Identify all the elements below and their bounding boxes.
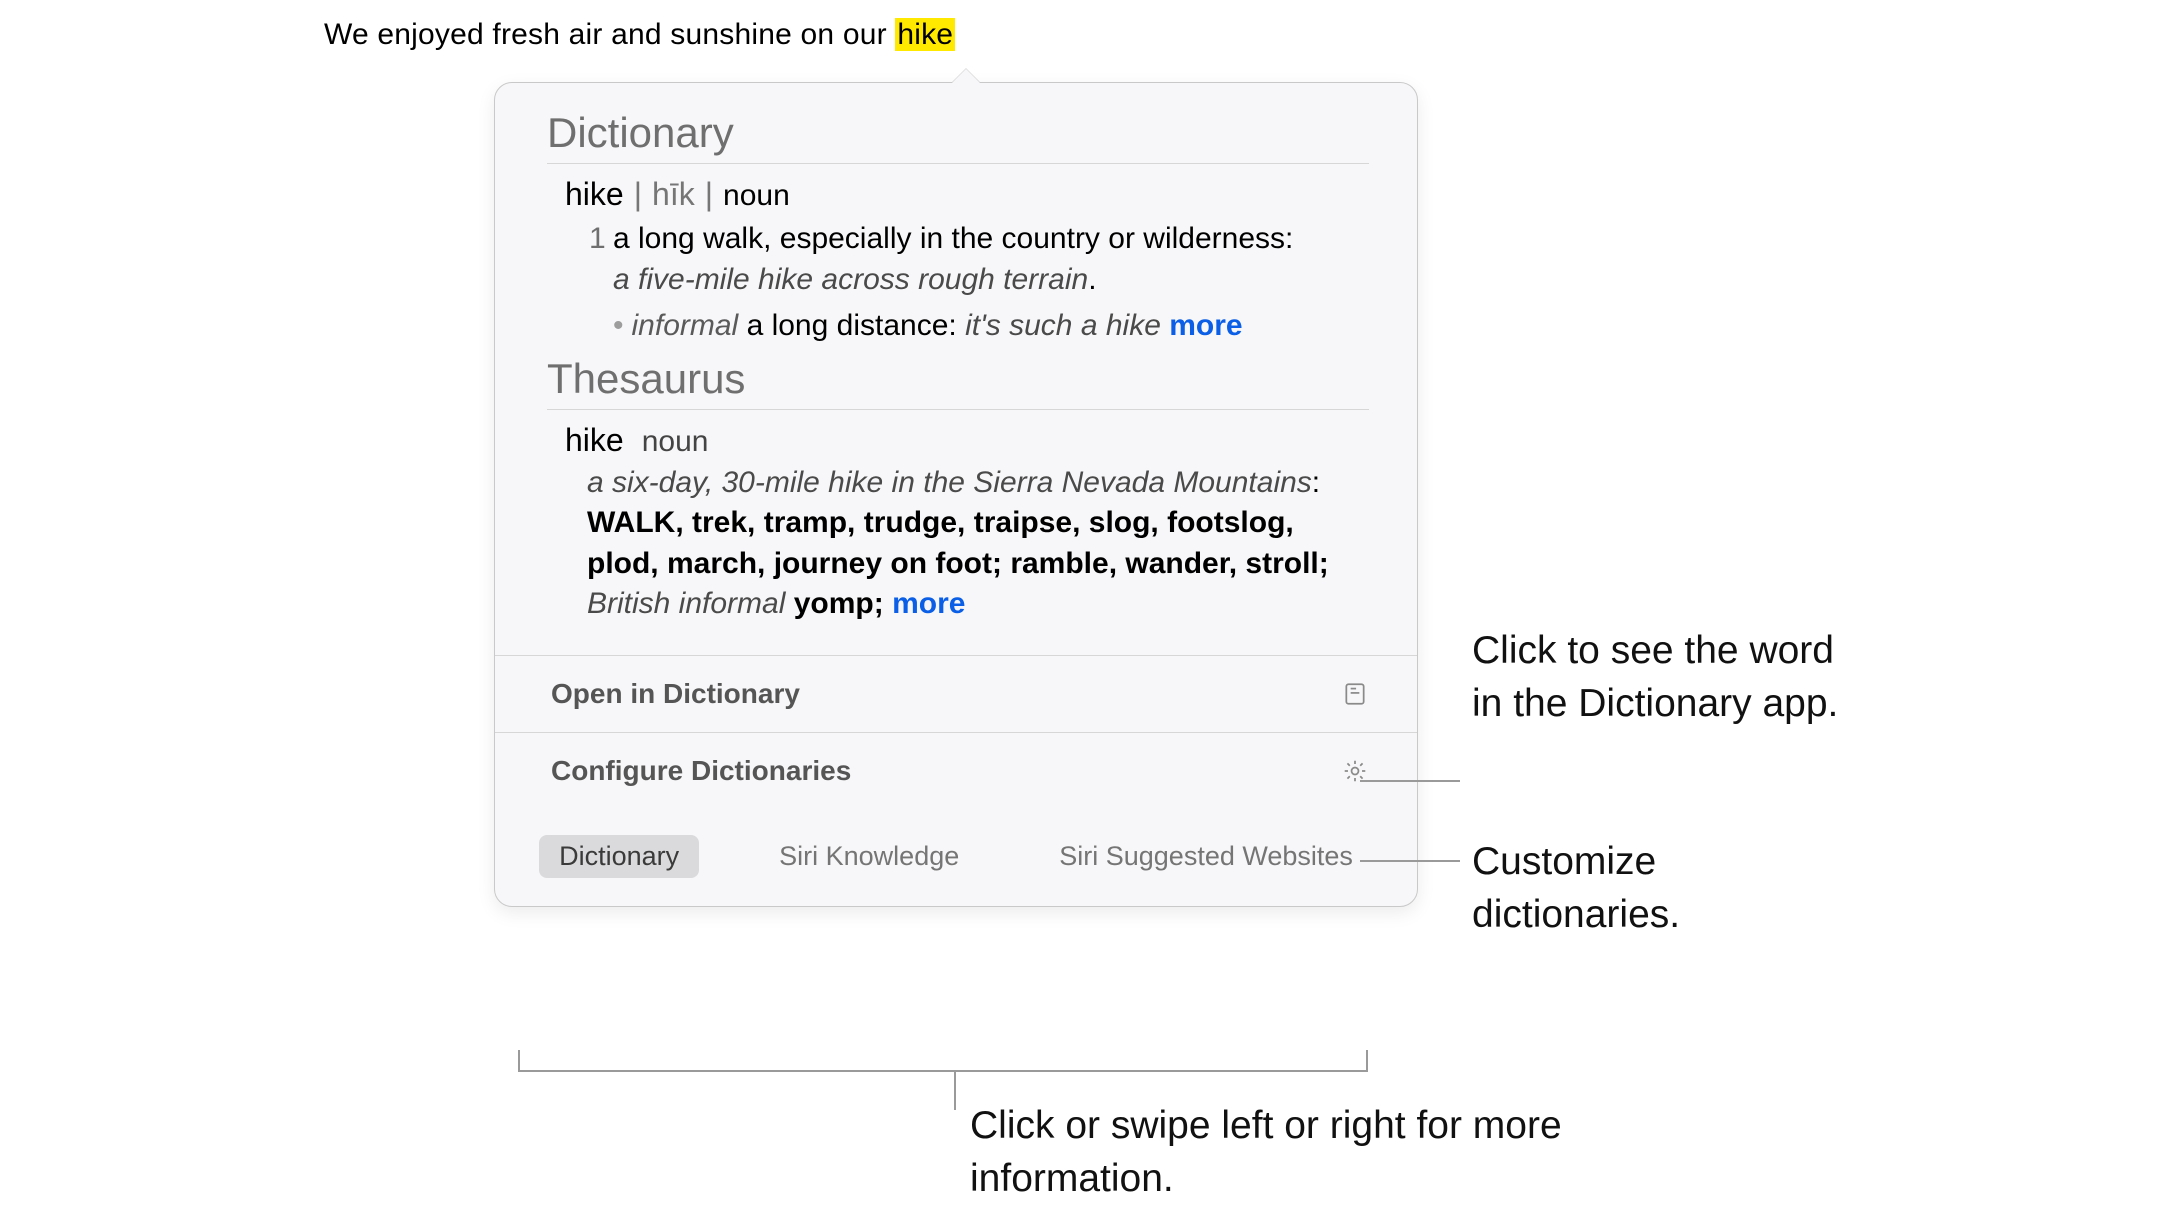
sense-number: 1 <box>589 219 613 260</box>
thesaurus-section: Thesaurus hike noun a six-day, 30-mile h… <box>495 355 1417 633</box>
callout-bracket-stem <box>954 1072 956 1110</box>
pronunciation: hīk <box>652 176 695 213</box>
tab-dictionary[interactable]: Dictionary <box>539 835 699 878</box>
dictionary-section: Dictionary hike | hīk | noun 1a long wal… <box>495 109 1417 355</box>
source-sentence: We enjoyed fresh air and sunshine on our… <box>324 18 955 52</box>
synonyms-list: , trek, tramp, trudge, traipse, slog, fo… <box>587 506 1329 580</box>
callout-line <box>1360 860 1460 862</box>
usage-label-informal: informal <box>632 309 739 342</box>
definition-example: a five-mile hike across rough terrain <box>613 263 1088 296</box>
lookup-tab-bar: Dictionary Siri Knowledge Siri Suggested… <box>495 809 1417 906</box>
callout-open-dictionary: Click to see the word in the Dictionary … <box>1472 625 1872 730</box>
configure-dictionaries-row[interactable]: Configure Dictionaries <box>495 732 1417 809</box>
thesaurus-body: a six-day, 30-mile hike in the Sierra Ne… <box>547 463 1369 625</box>
thesaurus-word: hike <box>565 422 624 459</box>
thesaurus-entry-header: hike noun <box>547 422 1369 459</box>
regional-label: British informal <box>587 587 785 620</box>
dictionary-definition-body: 1a long walk, especially in the country … <box>547 219 1369 347</box>
sentence-prefix: We enjoyed fresh air and sunshine on our <box>324 18 895 51</box>
open-in-dictionary-label: Open in Dictionary <box>551 678 800 710</box>
tab-siri-knowledge[interactable]: Siri Knowledge <box>759 835 979 878</box>
separator-pipe: | <box>705 176 713 213</box>
sub-example: it's such a hike <box>965 309 1161 342</box>
dictionary-app-icon <box>1341 680 1369 708</box>
callout-bracket <box>518 1050 1368 1072</box>
lookup-popover: Dictionary hike | hīk | noun 1a long wal… <box>494 82 1418 907</box>
thesaurus-more-link[interactable]: more <box>892 587 965 620</box>
separator-pipe: | <box>634 176 642 213</box>
sub-definition: a long distance: <box>747 309 957 342</box>
example-terminator: . <box>1088 263 1096 296</box>
dictionary-word: hike <box>565 176 624 213</box>
part-of-speech: noun <box>723 179 790 213</box>
dictionary-heading: Dictionary <box>547 109 1369 164</box>
highlighted-word[interactable]: hike <box>895 18 955 51</box>
bullet-icon: • <box>613 309 632 342</box>
open-in-dictionary-row[interactable]: Open in Dictionary <box>495 655 1417 732</box>
callout-tabs: Click or swipe left or right for more in… <box>970 1100 1590 1205</box>
thesaurus-colon: : <box>1312 466 1320 499</box>
regional-synonym: yomp; <box>785 587 892 620</box>
thesaurus-example: a six-day, 30-mile hike in the Sierra Ne… <box>587 466 1312 499</box>
definition-text: a long walk, especially in the country o… <box>613 222 1293 255</box>
callout-configure: Customize dictionaries. <box>1472 836 1832 941</box>
dictionary-more-link[interactable]: more <box>1169 309 1242 342</box>
dictionary-entry-header: hike | hīk | noun <box>547 176 1369 213</box>
configure-dictionaries-label: Configure Dictionaries <box>551 755 851 787</box>
tab-siri-suggested-websites[interactable]: Siri Suggested Websites <box>1039 835 1373 878</box>
callout-line <box>1360 780 1460 782</box>
thesaurus-part-of-speech: noun <box>634 425 709 459</box>
primary-synonym: WALK <box>587 506 675 539</box>
thesaurus-heading: Thesaurus <box>547 355 1369 410</box>
